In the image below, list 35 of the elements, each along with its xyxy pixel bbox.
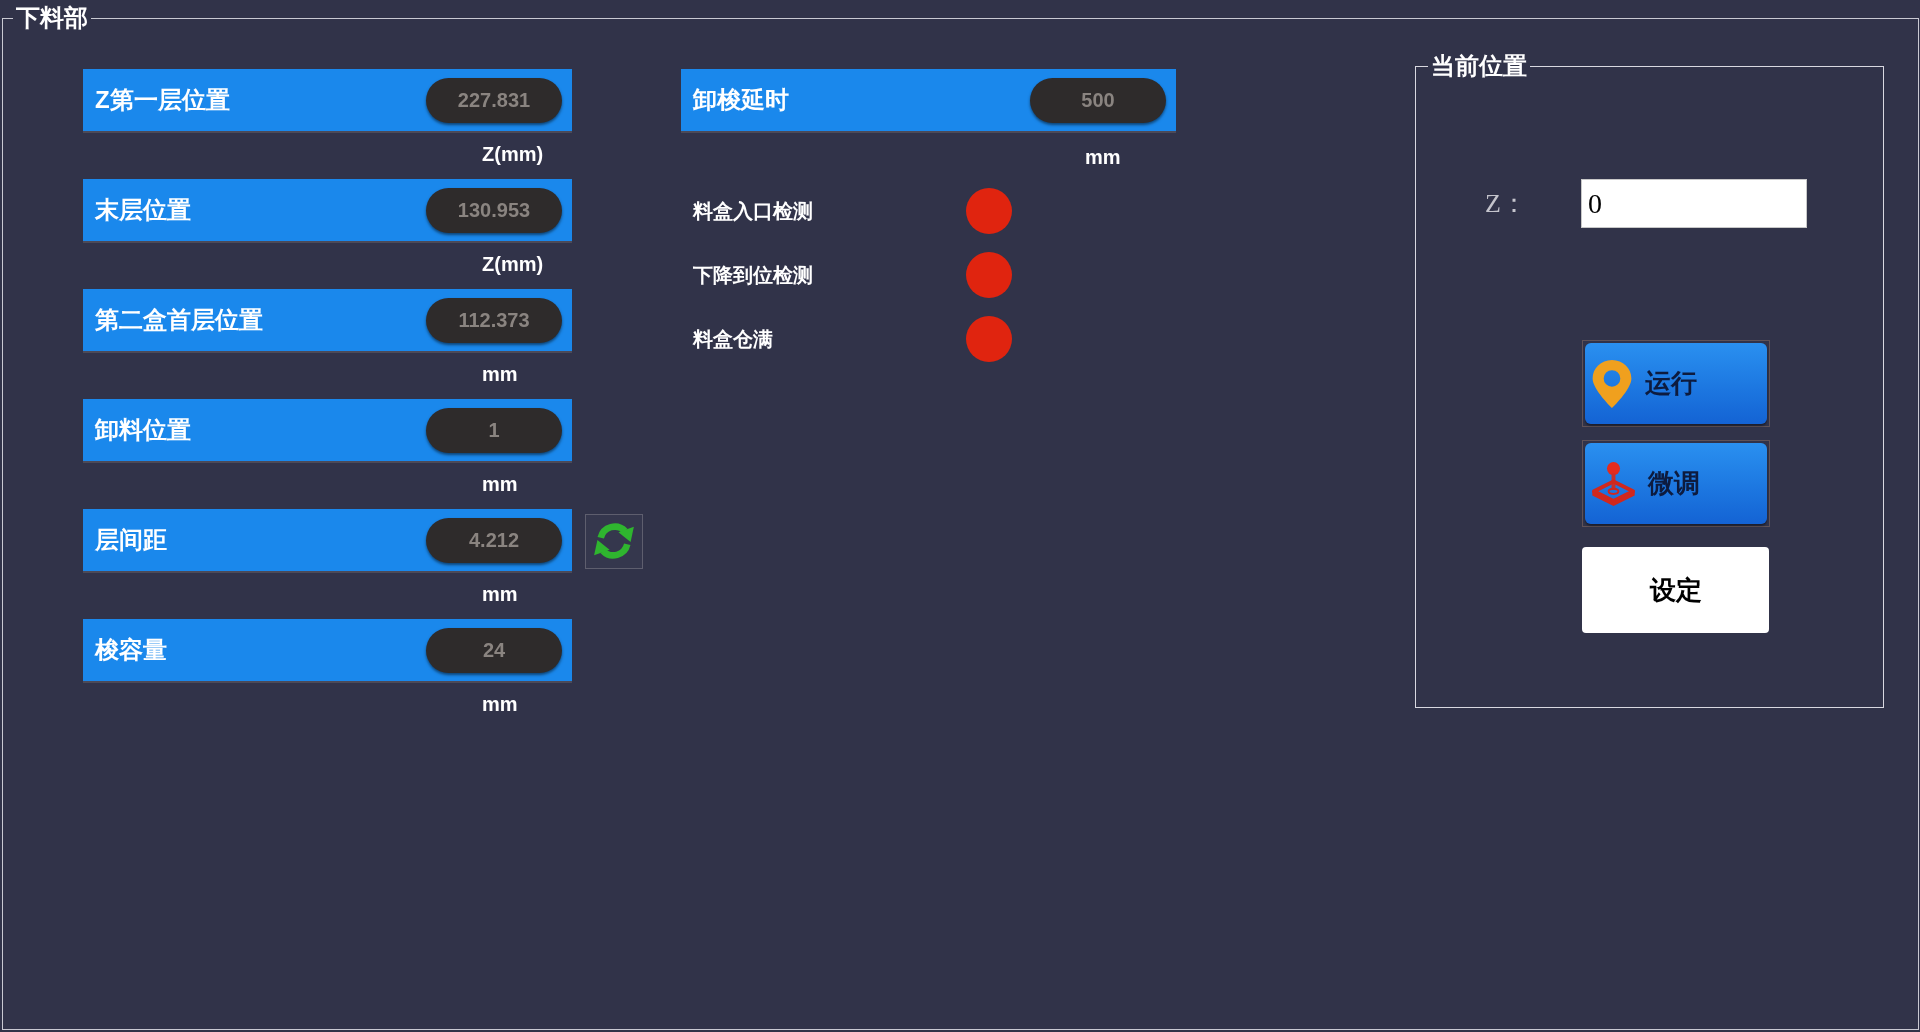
- z-position-field[interactable]: 0: [1581, 179, 1807, 228]
- unit-label: mm: [482, 472, 518, 496]
- set-button[interactable]: 设定: [1582, 547, 1769, 633]
- parameter-label: Z第一层位置: [95, 88, 230, 112]
- sensor-label: 料盒仓满: [693, 328, 773, 350]
- unit-label: mm: [1085, 145, 1121, 169]
- refresh-icon: [593, 520, 635, 562]
- unit-label: mm: [482, 692, 518, 716]
- unit-label: mm: [482, 362, 518, 386]
- panel-title: 下料部: [15, 3, 89, 33]
- value-readout: 1: [426, 407, 562, 453]
- value-readout: 112.373: [426, 297, 562, 343]
- refresh-button[interactable]: [585, 513, 643, 569]
- parameter-label: 层间距: [95, 528, 167, 552]
- parameter-label: 卸梭延时: [693, 88, 789, 112]
- map-pin-icon: [1591, 359, 1633, 408]
- parameter-label: 卸料位置: [95, 418, 191, 442]
- parameter-label: 末层位置: [95, 198, 191, 222]
- unit-label: Z(mm): [482, 252, 544, 276]
- unit-label: Z(mm): [482, 142, 544, 166]
- sensor-label: 下降到位检测: [693, 264, 813, 286]
- value-readout: 227.831: [426, 77, 562, 123]
- joystick-icon: [1591, 461, 1636, 506]
- parameter-label: 梭容量: [95, 638, 167, 662]
- group-title: 当前位置: [1430, 51, 1528, 81]
- value-readout: 500: [1030, 77, 1166, 123]
- axis-label: Z：: [1485, 189, 1527, 218]
- value-readout: 130.953: [426, 187, 562, 233]
- value-readout: 4.212: [426, 517, 562, 563]
- run-button[interactable]: 运行: [1582, 340, 1770, 427]
- unit-label: mm: [482, 582, 518, 606]
- jog-button[interactable]: 微调: [1582, 440, 1770, 527]
- parameter-label: 第二盒首层位置: [95, 308, 263, 332]
- value-readout: 24: [426, 627, 562, 673]
- sensor-label: 料盒入口检测: [693, 200, 813, 222]
